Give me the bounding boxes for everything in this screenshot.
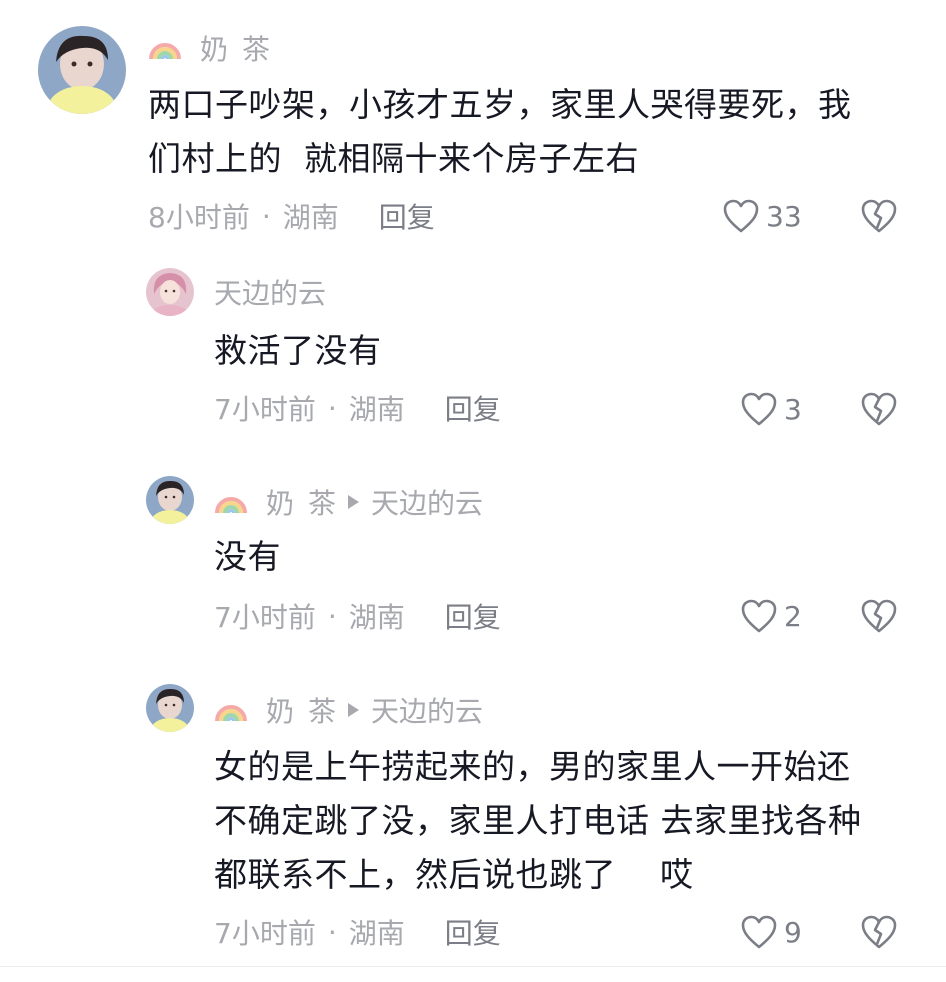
location: 湖南	[348, 917, 405, 950]
comment-meta: 7小时前 · 湖南 回复	[214, 912, 501, 952]
comment-meta: 8小时前 · 湖南 回复	[148, 196, 435, 236]
comment-header: 奶茶	[148, 28, 284, 68]
avatar[interactable]	[38, 26, 126, 114]
avatar[interactable]	[146, 268, 194, 316]
location: 湖南	[348, 393, 405, 426]
like-button[interactable]: 3	[740, 389, 802, 429]
reply-button[interactable]: 回复	[379, 196, 435, 236]
comment-text: 两口子吵架，小孩才五岁，家里人哭得要死，我 们村上的 就相隔十来个房子左右	[148, 78, 918, 186]
like-button[interactable]: 9	[740, 912, 802, 952]
rainbow-icon	[148, 31, 182, 65]
heart-outline-icon	[723, 199, 759, 233]
broken-heart-icon	[861, 915, 897, 949]
location: 湖南	[282, 201, 339, 234]
comment-header: 天边的云	[214, 272, 326, 312]
broken-heart-icon	[861, 392, 897, 426]
heart-outline-icon	[741, 392, 777, 426]
comment-text-line: 不确定跳了没，家里人打电话 去家里找各种	[214, 801, 862, 840]
timestamp: 7小时前	[214, 917, 316, 950]
rainbow-icon	[214, 485, 248, 519]
timestamp: 7小时前	[214, 393, 316, 426]
like-count: 9	[784, 915, 802, 949]
like-button[interactable]: 2	[740, 596, 802, 636]
comment-text-line: 们村上的 就相隔十来个房子左右	[148, 139, 639, 178]
reply-target-username[interactable]: 天边的云	[371, 690, 483, 730]
comment-text: 没有	[214, 530, 914, 584]
location: 湖南	[348, 601, 405, 634]
like-button[interactable]: 33	[722, 196, 802, 236]
comment-text-line: 没有	[214, 537, 281, 576]
username[interactable]: 奶茶	[266, 482, 350, 522]
broken-heart-icon	[861, 199, 897, 233]
broken-heart-icon	[861, 599, 897, 633]
comment-text-line: 两口子吵架，小孩才五岁，家里人哭得要死，我	[148, 85, 852, 124]
separator-dot: ·	[327, 391, 337, 425]
dislike-button[interactable]	[860, 598, 898, 634]
timestamp: 7小时前	[214, 601, 316, 634]
comment-text-line: 女的是上午捞起来的，男的家里人一开始还	[214, 747, 851, 786]
avatar[interactable]	[146, 684, 194, 732]
comment-text-line: 救活了没有	[214, 331, 382, 370]
like-count: 33	[766, 199, 802, 233]
comment-header: 奶茶 天边的云	[214, 690, 483, 730]
comment-meta: 7小时前 · 湖南 回复	[214, 388, 501, 428]
triangle-right-icon	[348, 703, 360, 717]
comment-text-line: 都联系不上，然后说也跳了 哎	[214, 855, 694, 894]
dislike-button[interactable]	[860, 391, 898, 427]
separator-dot: ·	[327, 599, 337, 633]
reply-button[interactable]: 回复	[445, 388, 501, 428]
dislike-button[interactable]	[860, 198, 898, 234]
reply-button[interactable]: 回复	[445, 912, 501, 952]
username[interactable]: 奶茶	[200, 28, 284, 68]
comment-meta: 7小时前 · 湖南 回复	[214, 596, 501, 636]
reply-target-username[interactable]: 天边的云	[371, 482, 483, 522]
triangle-right-icon	[348, 495, 360, 509]
username[interactable]: 天边的云	[214, 272, 326, 312]
like-count: 2	[784, 599, 802, 633]
avatar[interactable]	[146, 476, 194, 524]
separator-dot: ·	[261, 199, 271, 233]
like-count: 3	[784, 392, 802, 426]
dislike-button[interactable]	[860, 914, 898, 950]
comment-text: 救活了没有	[214, 324, 914, 378]
comment-header: 奶茶 天边的云	[214, 482, 483, 522]
divider	[0, 966, 946, 967]
heart-outline-icon	[741, 599, 777, 633]
timestamp: 8小时前	[148, 201, 250, 234]
heart-outline-icon	[741, 915, 777, 949]
separator-dot: ·	[327, 915, 337, 949]
rainbow-icon	[214, 693, 248, 727]
comment-text: 女的是上午捞起来的，男的家里人一开始还 不确定跳了没，家里人打电话 去家里找各种…	[214, 740, 924, 902]
username[interactable]: 奶茶	[266, 690, 350, 730]
reply-button[interactable]: 回复	[445, 596, 501, 636]
